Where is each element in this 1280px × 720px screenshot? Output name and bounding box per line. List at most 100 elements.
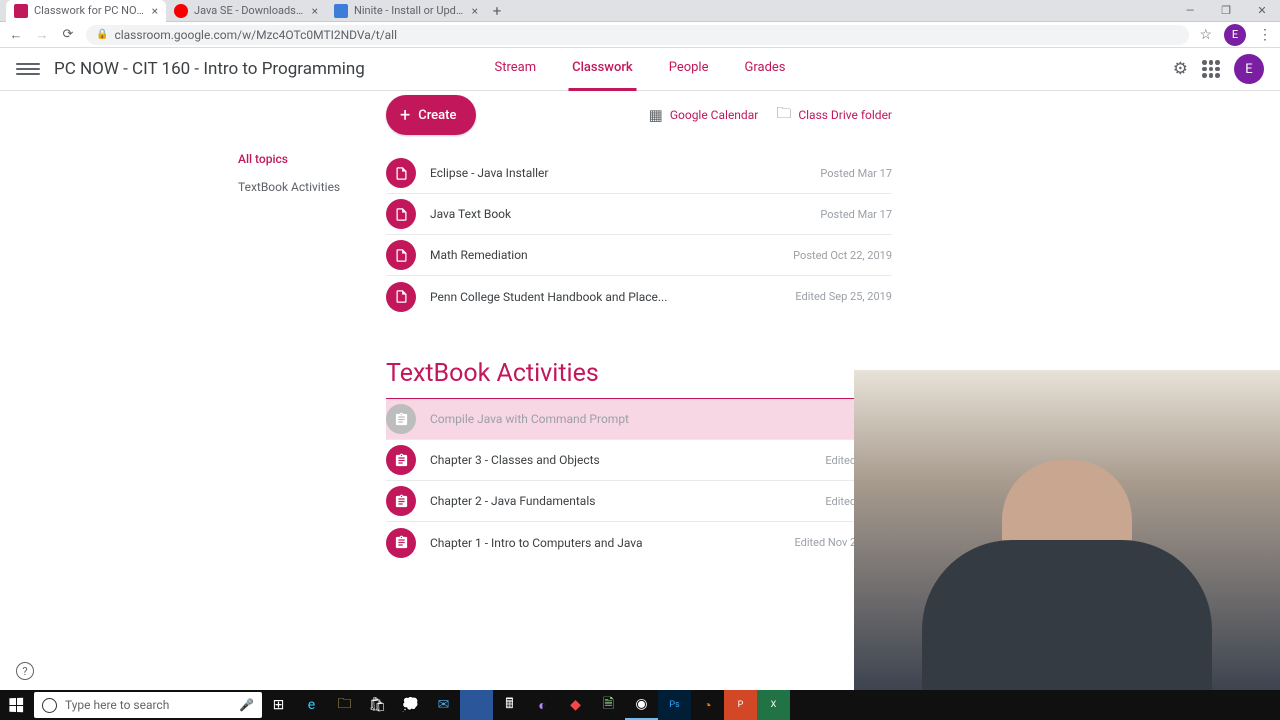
classroom-tabs: Stream Classwork People Grades xyxy=(490,48,789,91)
address-bar: ← → ⟳ 🔒 classroom.google.com/w/Mzc4OTc0M… xyxy=(0,22,1280,48)
window-close[interactable]: ✕ xyxy=(1244,0,1280,22)
calendar-icon: ▦ xyxy=(649,106,663,124)
calc-icon[interactable]: 🖩 xyxy=(493,690,526,720)
material-row[interactable]: Eclipse - Java Installer Posted Mar 17 xyxy=(386,153,892,194)
taskbar-apps: ⊞ e 🗀 🛍 💭 ✉ W 🖩 ◐ ◆ 🗎 ◉ Ps ◔ P X xyxy=(262,690,790,720)
window-minimize[interactable]: — xyxy=(1172,0,1208,22)
item-meta: Posted Oct 22, 2019 xyxy=(793,249,892,262)
create-button[interactable]: + Create xyxy=(386,95,476,135)
back-button[interactable]: ← xyxy=(8,27,24,43)
tab-title: Ninite - Install or Update Multipl xyxy=(354,4,466,17)
material-icon xyxy=(386,199,416,229)
item-meta: Posted Mar 17 xyxy=(820,167,892,180)
material-icon xyxy=(386,158,416,188)
material-icon xyxy=(386,282,416,312)
section-title[interactable]: TextBook Activities xyxy=(386,359,599,388)
app-icon[interactable]: 💭 xyxy=(394,690,427,720)
close-icon[interactable]: × xyxy=(152,4,158,18)
folder-icon: 🗀 xyxy=(776,103,791,128)
browser-tab-0[interactable]: Classwork for PC NOW - CIT 160 × xyxy=(6,0,166,22)
class-drive-link[interactable]: 🗀 Class Drive folder xyxy=(776,103,892,128)
store-icon[interactable]: 🛍 xyxy=(361,690,394,720)
close-icon[interactable]: × xyxy=(312,4,318,18)
assignment-row[interactable]: Compile Java with Command Prompt Draft xyxy=(386,399,892,440)
word-icon[interactable]: W xyxy=(460,690,493,720)
item-title: Java Text Book xyxy=(430,207,820,221)
classroom-header: PC NOW - CIT 160 - Intro to Programming … xyxy=(0,48,1280,91)
item-title: Chapter 1 - Intro to Computers and Java xyxy=(430,536,795,550)
eclipse-icon[interactable]: ◐ xyxy=(526,690,559,720)
link-label: Google Calendar xyxy=(670,108,758,122)
help-icon[interactable]: ? xyxy=(16,662,34,680)
tab-people[interactable]: People xyxy=(665,48,713,91)
app-icon[interactable]: ◆ xyxy=(559,690,592,720)
hamburger-icon[interactable] xyxy=(16,57,40,81)
section-header: TextBook Activities ⋮ xyxy=(386,359,892,399)
tab-classwork[interactable]: Classwork xyxy=(568,48,637,91)
windows-taskbar: Type here to search 🎤 ⊞ e 🗀 🛍 💭 ✉ W 🖩 ◐ … xyxy=(0,690,1280,720)
photoshop-icon[interactable]: Ps xyxy=(658,690,691,720)
material-icon xyxy=(386,240,416,270)
main-column: + Create ▦ Google Calendar 🗀 Class Drive… xyxy=(386,91,892,563)
account-avatar[interactable]: E xyxy=(1234,54,1264,84)
tab-grades[interactable]: Grades xyxy=(740,48,789,91)
browser-tab-2[interactable]: Ninite - Install or Update Multipl × xyxy=(326,0,486,22)
apps-icon[interactable] xyxy=(1202,60,1220,78)
browser-tabstrip: Classwork for PC NOW - CIT 160 × Java SE… xyxy=(0,0,1280,22)
browser-menu-icon[interactable]: ⋮ xyxy=(1258,27,1272,43)
search-placeholder: Type here to search xyxy=(65,698,231,712)
tab-stream[interactable]: Stream xyxy=(490,48,540,91)
taskview-icon[interactable]: ⊞ xyxy=(262,690,295,720)
item-title: Compile Java with Command Prompt xyxy=(430,412,869,426)
item-title: Chapter 2 - Java Fundamentals xyxy=(430,494,825,508)
profile-chip[interactable]: E xyxy=(1224,24,1246,46)
excel-icon[interactable]: X xyxy=(757,690,790,720)
tab-title: Classwork for PC NOW - CIT 160 xyxy=(34,4,146,17)
reload-button[interactable]: ⟳ xyxy=(60,27,76,42)
plus-icon: + xyxy=(400,105,410,126)
material-row[interactable]: Math Remediation Posted Oct 22, 2019 xyxy=(386,235,892,276)
blender-icon[interactable]: ◔ xyxy=(691,690,724,720)
browser-tab-1[interactable]: Java SE - Downloads | Oracle Te × xyxy=(166,0,326,22)
section-list: Compile Java with Command Prompt Draft C… xyxy=(386,399,892,563)
tab-title: Java SE - Downloads | Oracle Te xyxy=(194,4,306,17)
mail-icon[interactable]: ✉ xyxy=(427,690,460,720)
item-title: Eclipse - Java Installer xyxy=(430,166,820,180)
assignment-row[interactable]: Chapter 2 - Java Fundamentals Edited Jan… xyxy=(386,481,892,522)
cortana-icon xyxy=(42,698,57,713)
item-meta: Posted Mar 17 xyxy=(820,208,892,221)
forward-button[interactable]: → xyxy=(34,27,50,43)
item-title: Chapter 3 - Classes and Objects xyxy=(430,453,825,467)
gear-icon[interactable]: ⚙ xyxy=(1173,59,1188,79)
favicon xyxy=(334,4,348,18)
window-maximize[interactable]: ❐ xyxy=(1208,0,1244,22)
notepad-icon[interactable]: 🗎 xyxy=(592,690,625,720)
powerpoint-icon[interactable]: P xyxy=(724,690,757,720)
sidebar-item-all-topics[interactable]: All topics xyxy=(238,145,378,173)
favicon xyxy=(174,4,188,18)
new-tab-button[interactable]: + xyxy=(486,0,508,22)
explorer-icon[interactable]: 🗀 xyxy=(328,690,361,720)
sidebar-item-textbook[interactable]: TextBook Activities xyxy=(238,173,378,201)
topic-sidebar: All topics TextBook Activities xyxy=(238,145,378,201)
edge-icon[interactable]: e xyxy=(295,690,328,720)
close-icon[interactable]: × xyxy=(472,4,478,18)
google-calendar-link[interactable]: ▦ Google Calendar xyxy=(649,103,759,128)
assignment-icon xyxy=(386,404,416,434)
taskbar-search[interactable]: Type here to search 🎤 xyxy=(34,692,262,718)
material-row[interactable]: Penn College Student Handbook and Place.… xyxy=(386,276,892,317)
lock-icon: 🔒 xyxy=(96,29,108,40)
assignment-row[interactable]: Chapter 1 - Intro to Computers and Java … xyxy=(386,522,892,563)
item-title: Penn College Student Handbook and Place.… xyxy=(430,290,795,304)
webcam-overlay xyxy=(854,370,1280,690)
link-label: Class Drive folder xyxy=(798,108,892,122)
mic-icon[interactable]: 🎤 xyxy=(239,698,254,712)
chrome-icon[interactable]: ◉ xyxy=(625,690,658,720)
assignment-row[interactable]: Chapter 3 - Classes and Objects Edited J… xyxy=(386,440,892,481)
item-title: Math Remediation xyxy=(430,248,793,262)
start-button[interactable] xyxy=(0,690,32,720)
material-row[interactable]: Java Text Book Posted Mar 17 xyxy=(386,194,892,235)
bookmark-icon[interactable]: ☆ xyxy=(1199,27,1212,43)
url-field[interactable]: 🔒 classroom.google.com/w/Mzc4OTc0MTI2NDV… xyxy=(86,25,1189,45)
untopiced-list: Eclipse - Java Installer Posted Mar 17 J… xyxy=(386,153,892,317)
